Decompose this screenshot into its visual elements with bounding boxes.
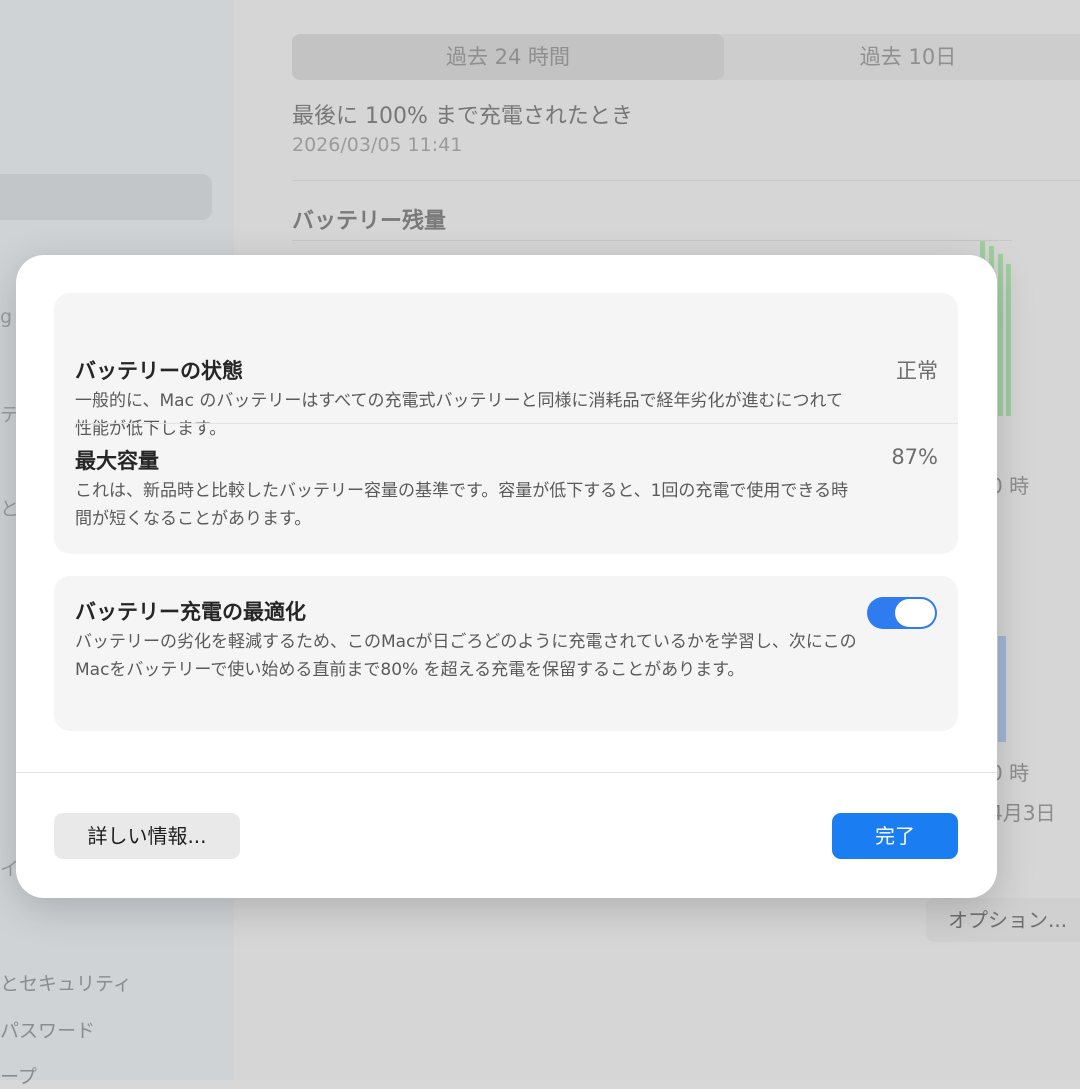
battery-condition-value: 正常 xyxy=(896,359,938,383)
battery-condition-description: 一般的に、Mac のバッテリーはすべての充電式バッテリーと同様に消耗品で経年劣化… xyxy=(75,391,843,439)
divider xyxy=(292,180,1080,181)
usage-chart-bar xyxy=(998,636,1006,742)
optimized-charging-group: バッテリー充電の最適化 バッテリーの劣化を軽減するため、このMacが日ごろどのよ… xyxy=(54,576,958,731)
tab-last-24-hours[interactable]: 過去 24 時間 xyxy=(292,34,724,80)
divider xyxy=(75,423,958,424)
done-button[interactable]: 完了 xyxy=(832,813,958,859)
battery-condition-title: バッテリーの状態 xyxy=(75,359,243,383)
sidebar-item-fragment[interactable]: g xyxy=(0,306,12,328)
toggle-knob xyxy=(895,599,935,627)
max-capacity-value: 87% xyxy=(891,445,938,469)
battery-level-title: バッテリー残量 xyxy=(292,209,447,234)
tab-last-10-days[interactable]: 過去 10日 xyxy=(724,34,1080,80)
sidebar-selected-item[interactable] xyxy=(0,174,212,220)
optimized-charging-title: バッテリー充電の最適化 xyxy=(75,600,306,624)
optimized-charging-description: バッテリーの劣化を軽減するため、このMacが日ごろどのように充電されているかを学… xyxy=(75,632,857,680)
sidebar-item-security[interactable]: とセキュリティ xyxy=(0,969,132,996)
chart-date-label: 4月3日 xyxy=(990,801,1056,825)
max-capacity-title: 最大容量 xyxy=(75,449,159,473)
last-charge-date: 2026/03/05 11:41 xyxy=(292,134,463,156)
options-button[interactable]: オプション... xyxy=(926,898,1080,942)
footer-divider xyxy=(16,772,997,773)
max-capacity-description: これは、新品時と比較したバッテリー容量の基準です。容量が低下すると、1回の充電で… xyxy=(75,481,849,529)
more-info-button[interactable]: 詳しい情報... xyxy=(54,813,240,859)
sidebar-item-group[interactable]: ープ xyxy=(0,1062,37,1089)
time-range-segmented-control: 過去 24 時間 過去 10日 xyxy=(292,34,1080,80)
sidebar-item-passwords[interactable]: パスワード xyxy=(0,1016,95,1043)
chart-bar xyxy=(998,254,1003,416)
battery-health-sheet: バッテリーの状態 正常 一般的に、Mac のバッテリーはすべての充電式バッテリー… xyxy=(16,255,997,898)
optimized-charging-toggle[interactable] xyxy=(867,597,937,629)
last-charge-title: 最後に 100% まで充電されたとき xyxy=(292,104,633,129)
battery-info-group: バッテリーの状態 正常 一般的に、Mac のバッテリーはすべての充電式バッテリー… xyxy=(54,293,958,554)
chart-bar xyxy=(1006,264,1011,416)
